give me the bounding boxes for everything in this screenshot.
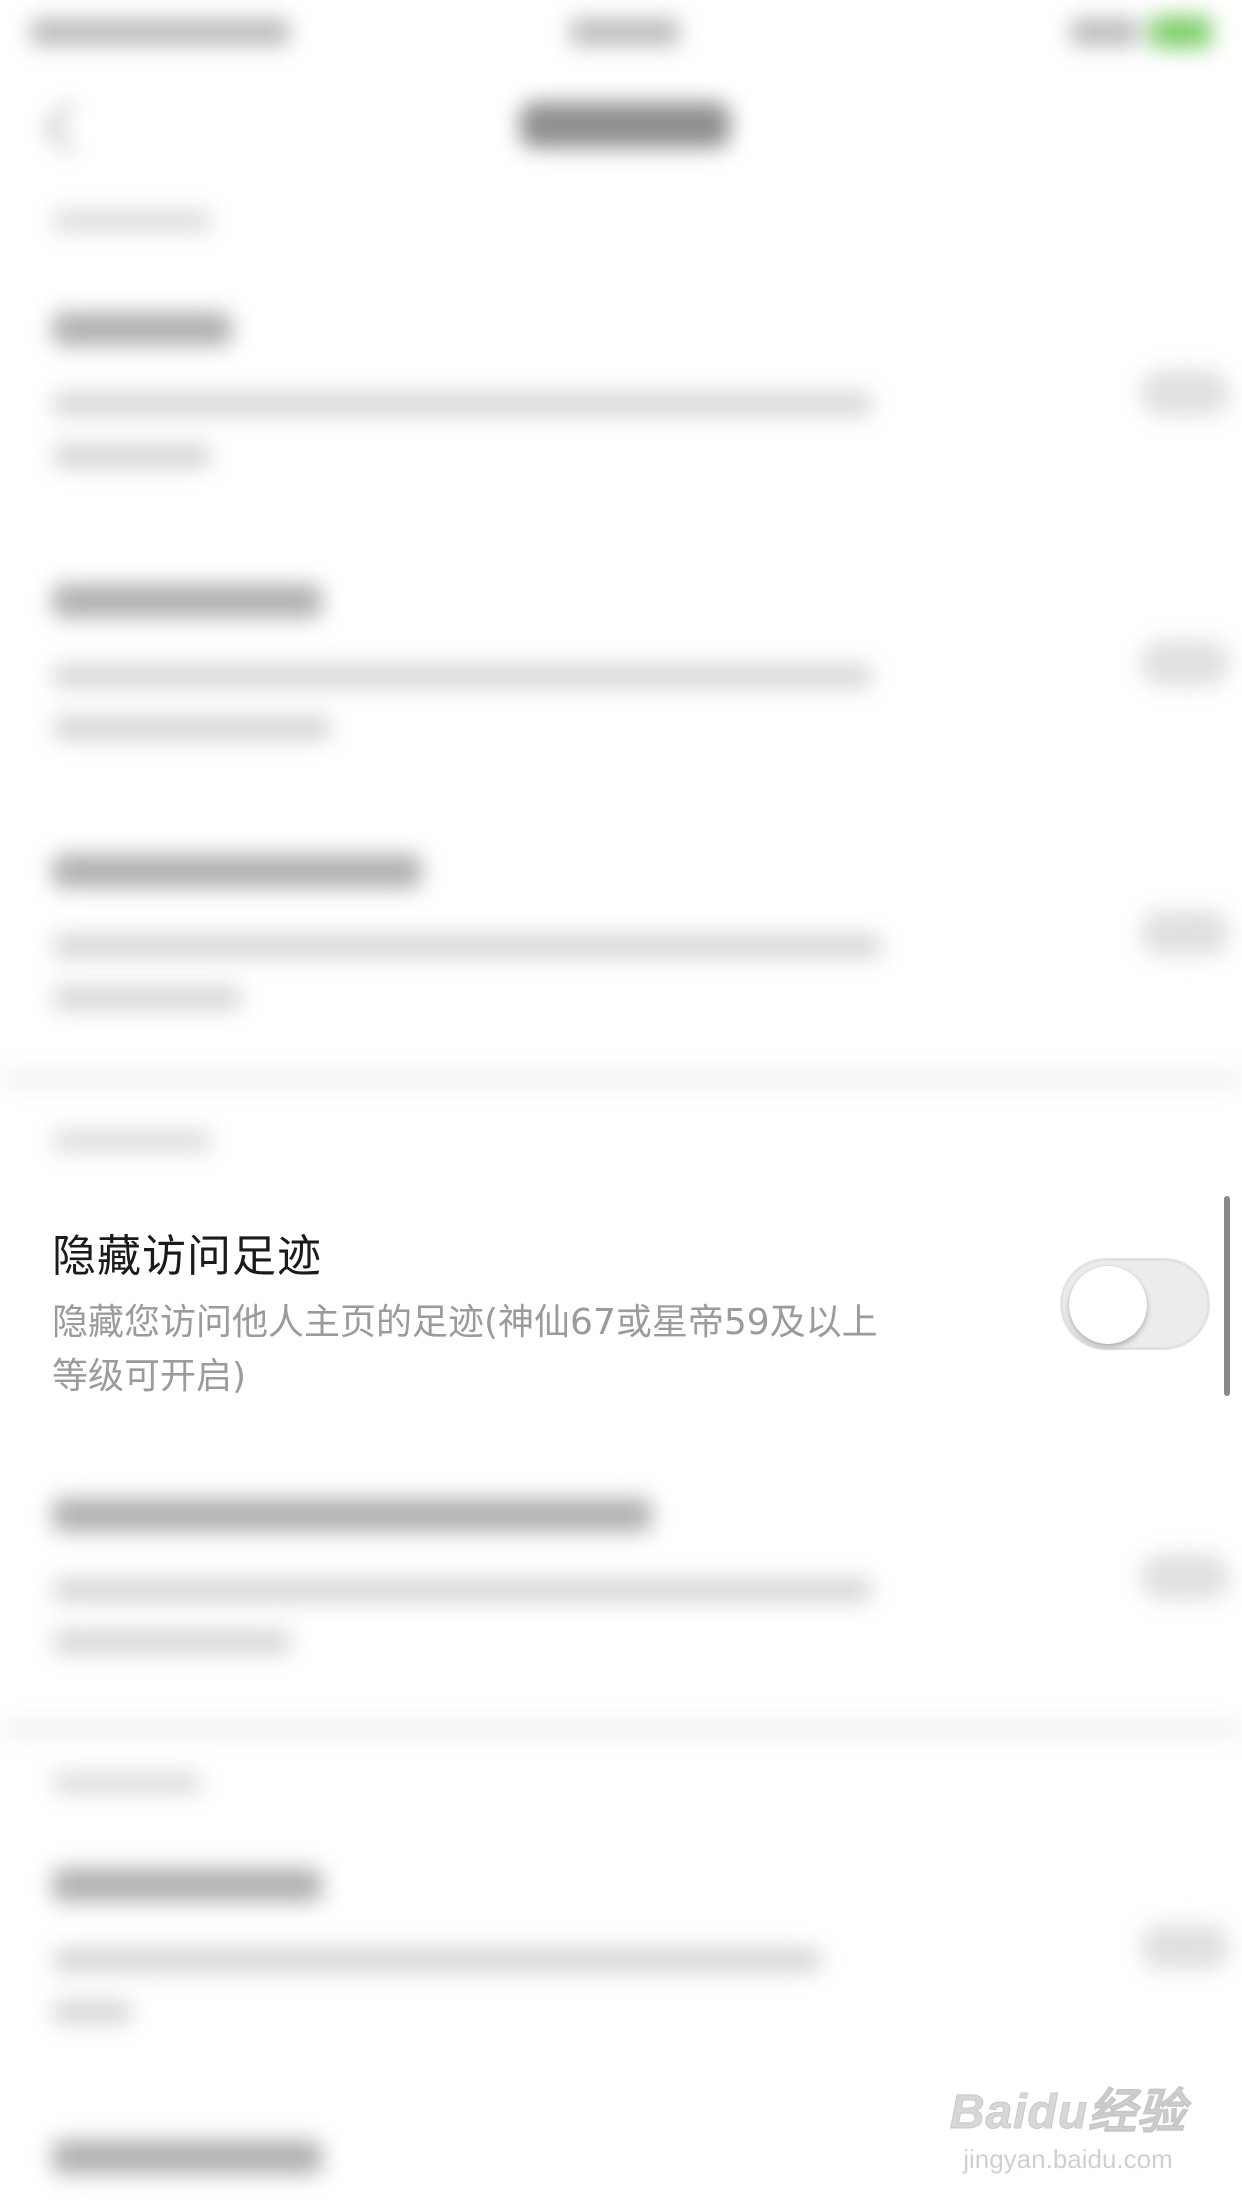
setting-desc	[52, 2000, 132, 2024]
section-divider	[0, 1070, 1242, 1088]
setting-title	[52, 854, 422, 888]
setting-title: 隐藏访问足迹	[52, 1231, 322, 1282]
blurred-background	[0, 0, 1242, 2208]
nav-title	[520, 102, 730, 148]
section-divider	[0, 1720, 1242, 1738]
section-header	[52, 210, 212, 232]
hide-footprint-setting-row: 隐藏访问足迹 隐藏您访问他人主页的足迹(神仙67或星帝59及以上等级可开启)	[0, 1196, 1242, 1424]
status-bar-indicator	[1070, 18, 1140, 46]
setting-desc	[52, 1578, 872, 1602]
setting-description: 隐藏您访问他人主页的足迹(神仙67或星帝59及以上等级可开启)	[52, 1302, 878, 1397]
setting-title	[52, 1498, 652, 1532]
setting-title	[52, 2140, 322, 2174]
back-icon	[44, 102, 95, 153]
setting-desc	[52, 934, 882, 958]
setting-desc	[52, 1948, 822, 1972]
hide-footprint-toggle[interactable]	[1060, 1258, 1210, 1350]
setting-toggle	[1140, 910, 1230, 956]
status-bar-carrier	[30, 18, 290, 46]
section-header	[52, 1772, 202, 1794]
watermark-logo: Baidu经验	[949, 2086, 1187, 2140]
section-header	[52, 1130, 212, 1152]
battery-icon	[1150, 16, 1212, 48]
watermark-url: jingyan.baidu.com	[963, 2144, 1173, 2174]
baidu-jingyan-watermark: Baidu经验 jingyan.baidu.com	[948, 2072, 1188, 2182]
setting-desc	[52, 392, 872, 416]
setting-desc	[52, 1630, 292, 1654]
status-bar-time	[570, 18, 680, 46]
settings-screen: 隐藏访问足迹 隐藏您访问他人主页的足迹(神仙67或星帝59及以上等级可开启) B…	[0, 0, 1242, 2208]
setting-desc	[52, 664, 872, 688]
setting-toggle	[1140, 1554, 1230, 1600]
setting-toggle	[1140, 640, 1230, 686]
setting-desc	[52, 716, 332, 740]
toggle-knob	[1069, 1266, 1147, 1344]
scrollbar[interactable]	[1224, 1196, 1230, 1396]
setting-title	[52, 1868, 322, 1902]
setting-title	[52, 584, 322, 618]
setting-desc	[52, 986, 242, 1010]
setting-desc	[52, 444, 212, 468]
setting-title	[52, 312, 232, 346]
setting-toggle	[1140, 370, 1230, 416]
setting-toggle	[1140, 1924, 1230, 1970]
